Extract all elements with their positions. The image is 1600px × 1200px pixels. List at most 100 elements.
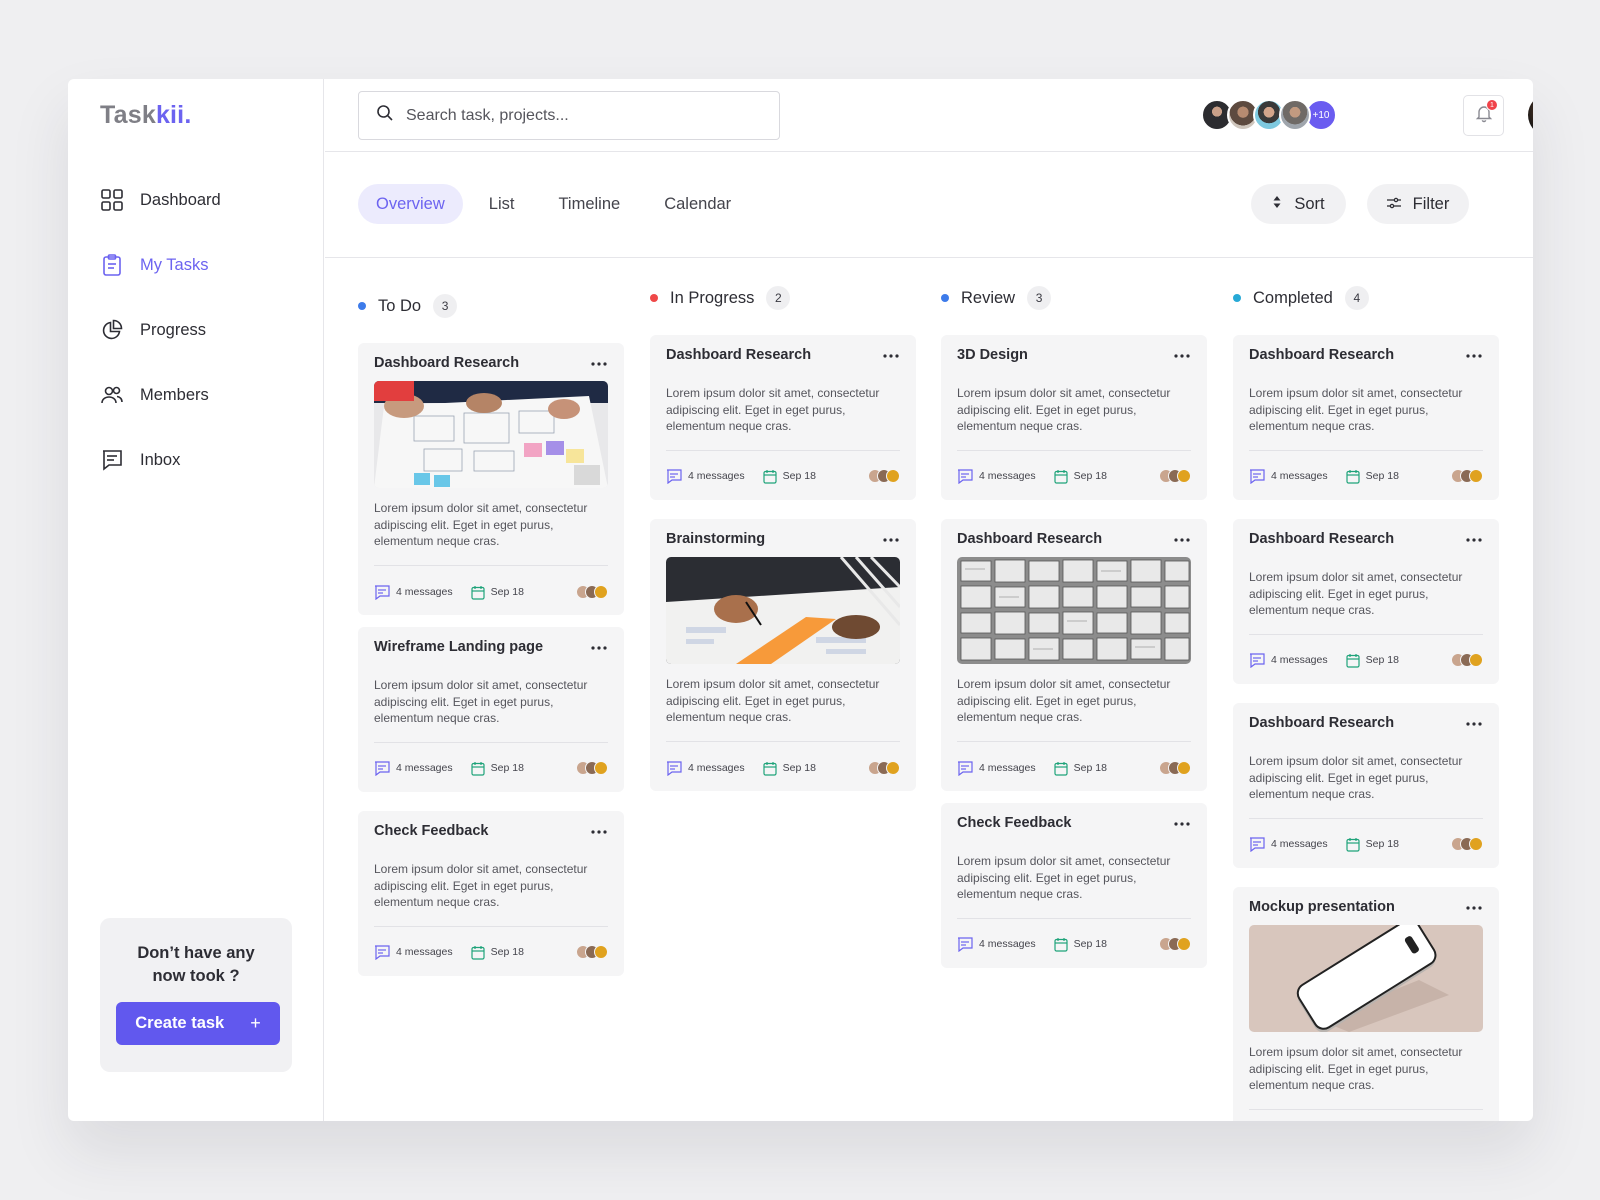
- card-due-date[interactable]: Sep 18: [471, 585, 524, 600]
- card-due-date[interactable]: Sep 18: [471, 945, 524, 960]
- more-icon[interactable]: [1173, 815, 1191, 833]
- avatar: [594, 945, 608, 959]
- sidebar-item-label: Progress: [140, 320, 207, 339]
- card-due-date[interactable]: Sep 18: [1346, 653, 1399, 668]
- card-due-date[interactable]: Sep 18: [1054, 937, 1107, 952]
- card-messages[interactable]: 4 messages: [374, 944, 453, 960]
- task-card[interactable]: Dashboard Research Lorem ipsum dolor sit…: [1233, 519, 1499, 684]
- card-messages[interactable]: 4 messages: [374, 760, 453, 776]
- logo-main: Task: [100, 101, 156, 129]
- calendar-icon: [1054, 937, 1068, 952]
- tab-list[interactable]: List: [471, 184, 533, 224]
- messages-count: 4 messages: [1271, 654, 1328, 666]
- assignee-avatars[interactable]: [1159, 937, 1191, 951]
- assignee-avatars[interactable]: [868, 469, 900, 483]
- card-messages[interactable]: 4 messages: [957, 468, 1036, 484]
- card-due-date[interactable]: Sep 18: [1054, 469, 1107, 484]
- column-header: Completed 4: [1233, 285, 1369, 311]
- card-due-date[interactable]: Sep 18: [763, 469, 816, 484]
- logo-accent: kii.: [155, 101, 192, 129]
- card-messages[interactable]: 4 messages: [666, 760, 745, 776]
- assignee-avatars[interactable]: [576, 761, 608, 775]
- assignee-avatars[interactable]: [1451, 653, 1483, 667]
- assignee-avatars[interactable]: [1159, 469, 1191, 483]
- more-icon[interactable]: [590, 639, 608, 657]
- create-task-button[interactable]: Create task +: [116, 1002, 280, 1045]
- more-icon[interactable]: [1173, 347, 1191, 365]
- sort-button[interactable]: Sort: [1251, 184, 1346, 224]
- card-due-date[interactable]: Sep 18: [1346, 837, 1399, 852]
- task-card[interactable]: Dashboard Research Lorem ipsum dolor sit…: [358, 343, 624, 615]
- card-messages[interactable]: 4 messages: [374, 584, 453, 600]
- card-messages[interactable]: 4 messages: [1249, 836, 1328, 852]
- assignee-avatars[interactable]: [576, 585, 608, 599]
- card-messages[interactable]: 4 messages: [666, 468, 745, 484]
- tab-overview[interactable]: Overview: [358, 184, 463, 224]
- card-messages[interactable]: 4 messages: [957, 936, 1036, 952]
- card-due-date[interactable]: Sep 18: [1054, 761, 1107, 776]
- sidebar-item-members[interactable]: Members: [100, 377, 300, 413]
- card-due-date[interactable]: Sep 18: [471, 761, 524, 776]
- due-date: Sep 18: [1073, 938, 1107, 950]
- task-card[interactable]: Wireframe Landing page Lorem ipsum dolor…: [358, 627, 624, 792]
- card-due-date[interactable]: Sep 18: [763, 761, 816, 776]
- sidebar-item-inbox[interactable]: Inbox: [100, 442, 300, 478]
- task-card[interactable]: Brainstorming Lorem ipsum dolor sit amet…: [650, 519, 916, 791]
- search-box[interactable]: [358, 91, 780, 140]
- more-icon[interactable]: [1465, 531, 1483, 549]
- messages-count: 4 messages: [1271, 470, 1328, 482]
- message-icon: [100, 448, 124, 472]
- search-input[interactable]: [406, 106, 746, 125]
- avatar[interactable]: [1279, 99, 1311, 131]
- assignee-avatars[interactable]: [1159, 761, 1191, 775]
- card-messages[interactable]: 4 messages: [957, 760, 1036, 776]
- sidebar-item-progress[interactable]: Progress: [100, 312, 300, 348]
- sidebar-item-my-tasks[interactable]: My Tasks: [100, 247, 300, 283]
- assignee-avatars[interactable]: [1451, 837, 1483, 851]
- more-icon[interactable]: [882, 347, 900, 365]
- assignee-avatars[interactable]: [1451, 469, 1483, 483]
- card-description: Lorem ipsum dolor sit amet, consectetur …: [374, 862, 588, 909]
- card-messages[interactable]: 4 messages: [1249, 652, 1328, 668]
- user-avatar[interactable]: [1528, 94, 1533, 136]
- calendar-icon: [1346, 469, 1360, 484]
- more-icon[interactable]: [1465, 899, 1483, 917]
- task-card[interactable]: Dashboard Research Lorem ipsum dolor sit…: [650, 335, 916, 500]
- task-card[interactable]: Dashboard Research Lorem ipsum dolor sit…: [941, 519, 1207, 791]
- sidebar-item-dashboard[interactable]: Dashboard: [100, 182, 300, 218]
- grid-icon: [100, 188, 124, 212]
- card-divider: [957, 918, 1191, 919]
- card-footer: 4 messages Sep 18: [957, 467, 1191, 485]
- card-due-date[interactable]: Sep 18: [1346, 469, 1399, 484]
- app-logo[interactable]: Taskkii.: [100, 101, 191, 130]
- card-title: Check Feedback: [374, 823, 489, 839]
- avatar: [1469, 469, 1483, 483]
- card-messages[interactable]: 4 messages: [1249, 468, 1328, 484]
- task-card[interactable]: Check Feedback Lorem ipsum dolor sit ame…: [358, 811, 624, 976]
- team-avatars[interactable]: +10: [1201, 99, 1337, 131]
- task-card[interactable]: Check Feedback Lorem ipsum dolor sit ame…: [941, 803, 1207, 968]
- assignee-avatars[interactable]: [576, 945, 608, 959]
- notifications-button[interactable]: 1: [1463, 95, 1504, 136]
- more-icon[interactable]: [1465, 715, 1483, 733]
- avatar: [886, 761, 900, 775]
- card-footer: 4 messages Sep 18: [374, 583, 608, 601]
- column-title: Review: [961, 288, 1016, 307]
- task-card[interactable]: Dashboard Research Lorem ipsum dolor sit…: [1233, 703, 1499, 868]
- card-image-brainstorm-desk: [666, 557, 900, 664]
- more-icon[interactable]: [590, 823, 608, 841]
- more-icon[interactable]: [1173, 531, 1191, 549]
- task-card[interactable]: 3D Design Lorem ipsum dolor sit amet, co…: [941, 335, 1207, 500]
- task-card[interactable]: Mockup presentation Lorem ipsum dolor si…: [1233, 887, 1499, 1121]
- more-icon[interactable]: [882, 531, 900, 549]
- tab-timeline[interactable]: Timeline: [540, 184, 638, 224]
- plus-icon: +: [250, 1013, 261, 1033]
- filter-button[interactable]: Filter: [1367, 184, 1469, 224]
- more-icon[interactable]: [1465, 347, 1483, 365]
- tab-calendar[interactable]: Calendar: [646, 184, 749, 224]
- column-header: To Do 3: [358, 293, 458, 319]
- assignee-avatars[interactable]: [868, 761, 900, 775]
- more-icon[interactable]: [590, 355, 608, 373]
- task-card[interactable]: Dashboard Research Lorem ipsum dolor sit…: [1233, 335, 1499, 500]
- create-task-promo: Don’t have any now took ? Create task +: [100, 918, 292, 1072]
